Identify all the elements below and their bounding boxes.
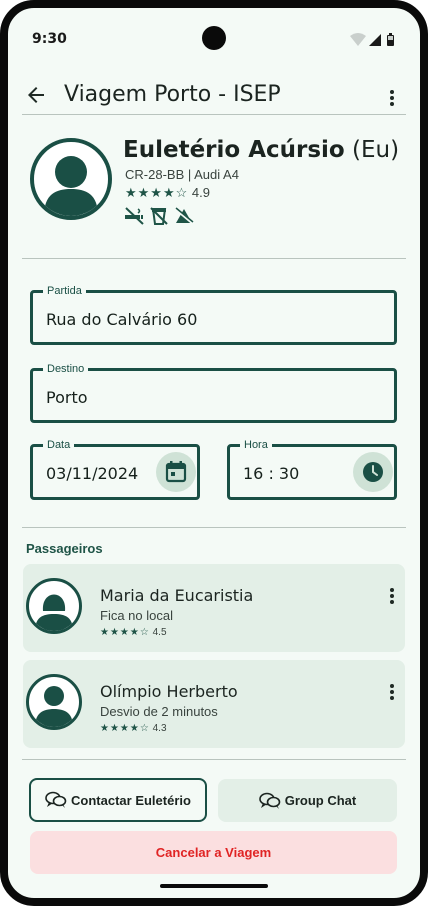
contact-driver-button[interactable]: Contactar Euletério [29,778,207,822]
cancel-trip-button[interactable]: Cancelar a Viagem [30,831,397,874]
partida-label: Partida [43,284,86,298]
person-icon [35,686,73,727]
hora-label: Hora [240,438,272,452]
status-time: 9:30 [32,31,67,47]
passenger-card[interactable]: Olímpio Herberto Desvio de 2 minutos ★★★… [23,660,405,748]
hora-value[interactable]: 16 : 30 [243,464,299,483]
passengers-divider [22,759,406,760]
system-icons [348,32,400,53]
passenger-name: Olímpio Herberto [100,682,238,701]
data-label: Data [43,438,75,452]
clock-button[interactable] [353,452,393,492]
passenger-avatar [26,674,82,730]
chat-bubbles-icon [45,791,67,808]
data-field[interactable]: Data 03/11/2024 [30,438,200,500]
more-options-icon[interactable] [390,90,394,106]
passenger-status: Desvio de 2 minutos [100,704,218,719]
passenger-rating-value: 4.3 [152,723,167,734]
passengers-title: Passageiros [26,541,103,556]
status-bar: 9:30 [8,8,420,64]
signal-icon [369,34,381,46]
passenger-avatar [26,578,82,634]
top-app-bar: Viagem Porto - ISEP [8,64,420,114]
header-divider [22,114,406,115]
data-value[interactable]: 03/11/2024 [46,464,138,483]
passenger-status: Fica no local [100,608,173,623]
contact-driver-label: Contactar Euletério [71,792,191,808]
person-icon [44,156,98,216]
group-chat-button[interactable]: Group Chat [218,779,397,822]
driver-rating: ★★★★☆ 4.9 [125,185,210,201]
passenger-name: Maria da Eucaristia [100,586,254,605]
destino-label: Destino [43,362,89,376]
passenger-more-icon[interactable] [390,588,394,604]
form-divider [22,527,406,528]
front-camera [202,26,226,50]
driver-car: CR-28-BB | Audi A4 [125,167,239,182]
home-indicator[interactable] [160,884,268,888]
driver-rating-value: 4.9 [191,185,210,200]
partida-value[interactable]: Rua do Calvário 60 [46,310,197,329]
passenger-rating: ★★★★☆ 4.3 [100,723,167,734]
driver-avatar [30,138,112,220]
hora-field[interactable]: Hora 16 : 30 [227,438,397,500]
no-drinks-icon [150,207,168,225]
calendar-button[interactable] [156,452,196,492]
passenger-stars: ★★★★☆ [100,627,150,638]
clock-icon [363,462,383,482]
driver-name: Euletério Acúrsio (Eu) [123,137,400,163]
driver-preferences [124,206,204,231]
no-food-icon [174,207,194,225]
passenger-rating-value: 4.5 [152,627,167,638]
phone-screen: 9:30 Viagem Porto - ISEP Euletério Acúrs… [0,0,428,906]
passenger-more-icon[interactable] [390,684,394,700]
passenger-rating: ★★★★☆ 4.5 [100,627,167,638]
profile-divider [22,258,406,259]
wifi-icon [350,33,366,46]
partida-field[interactable]: Partida Rua do Calvário 60 [30,284,397,345]
cancel-trip-label: Cancelar a Viagem [155,845,272,860]
passenger-stars: ★★★★☆ [100,723,150,734]
no-smoking-icon [125,207,144,225]
group-chat-label: Group Chat [284,793,357,808]
back-arrow-icon[interactable] [24,83,48,107]
passenger-card[interactable]: Maria da Eucaristia Fica no local ★★★★☆ … [23,564,405,652]
destino-value[interactable]: Porto [46,388,88,407]
driver-name-suffix: (Eu) [352,137,400,163]
chat-bubbles-icon [258,792,281,809]
destino-field[interactable]: Destino Porto [30,362,397,423]
page-title: Viagem Porto - ISEP [64,82,281,107]
calendar-icon [165,461,187,483]
driver-stars: ★★★★☆ [125,185,189,200]
person-female-icon [35,594,73,631]
